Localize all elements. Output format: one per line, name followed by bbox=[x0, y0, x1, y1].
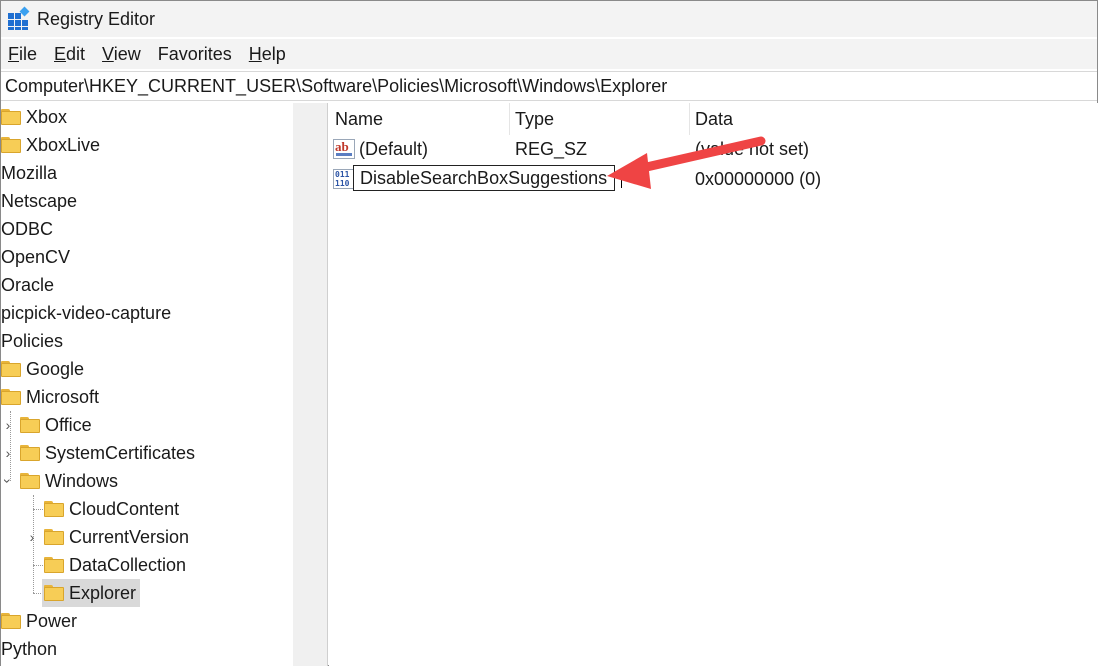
expand-chevron-icon[interactable]: › bbox=[1, 417, 15, 433]
tree-item-xbox[interactable]: Xbox bbox=[1, 103, 67, 131]
expand-chevron-icon[interactable]: › bbox=[25, 529, 39, 545]
menu-help[interactable]: Help bbox=[242, 44, 296, 65]
tree-item-datacollection[interactable]: DataCollection bbox=[44, 551, 186, 579]
folder-icon bbox=[20, 417, 40, 433]
folder-icon bbox=[1, 389, 21, 405]
tree-item-opencv[interactable]: OpenCV bbox=[1, 243, 70, 271]
registry-app-icon bbox=[8, 6, 30, 30]
tree-item-mozilla[interactable]: Mozilla bbox=[1, 159, 57, 187]
folder-icon bbox=[1, 613, 21, 629]
tree-item-microsoft[interactable]: Microsoft bbox=[1, 383, 99, 411]
tree-item-xboxlive[interactable]: XboxLive bbox=[1, 131, 100, 159]
tree-scrollbar[interactable] bbox=[293, 103, 321, 666]
tree-item-windows[interactable]: › Windows bbox=[1, 467, 118, 495]
tree-item-google[interactable]: Google bbox=[1, 355, 84, 383]
tree-item-explorer[interactable]: Explorer bbox=[42, 579, 141, 607]
pane-splitter[interactable] bbox=[321, 103, 328, 666]
annotation-arrow-icon bbox=[607, 136, 766, 189]
tree-item-python[interactable]: Python bbox=[1, 635, 57, 663]
menu-edit[interactable]: Edit bbox=[47, 44, 95, 65]
tree-item-policies[interactable]: Policies bbox=[1, 327, 63, 355]
folder-icon bbox=[44, 557, 64, 573]
tree-item-currentversion[interactable]: › CurrentVersion bbox=[25, 523, 189, 551]
folder-open-icon bbox=[20, 473, 40, 489]
tree-item-power[interactable]: Power bbox=[1, 607, 77, 635]
menu-bar: File Edit View Favorites Help bbox=[1, 39, 1097, 69]
folder-icon bbox=[44, 585, 64, 601]
address-path: Computer\HKEY_CURRENT_USER\Software\Poli… bbox=[5, 75, 668, 96]
tree-item-systemcertificates[interactable]: › SystemCertificates bbox=[1, 439, 195, 467]
key-tree-pane[interactable]: Xbox XboxLive Mozilla Netscape ODBC Open… bbox=[1, 103, 321, 666]
menu-file[interactable]: File bbox=[1, 44, 47, 65]
folder-icon bbox=[44, 501, 64, 517]
folder-icon bbox=[1, 137, 21, 153]
folder-icon bbox=[20, 445, 40, 461]
folder-icon bbox=[1, 109, 21, 125]
address-bar[interactable]: Computer\HKEY_CURRENT_USER\Software\Poli… bbox=[1, 71, 1097, 101]
tree-item-oracle[interactable]: Oracle bbox=[1, 271, 54, 299]
tree-item-office[interactable]: › Office bbox=[1, 411, 92, 439]
collapse-chevron-icon[interactable]: › bbox=[1, 474, 16, 488]
folder-icon bbox=[44, 529, 64, 545]
menu-favorites[interactable]: Favorites bbox=[151, 44, 242, 65]
tree-item-netscape[interactable]: Netscape bbox=[1, 187, 77, 215]
registry-editor-window: Registry Editor File Edit View Favorites… bbox=[0, 0, 1098, 666]
window-title: Registry Editor bbox=[37, 8, 156, 29]
tree-item-picpick-video-capture[interactable]: picpick-video-capture bbox=[1, 299, 171, 327]
title-bar[interactable]: Registry Editor bbox=[1, 1, 1097, 37]
folder-icon bbox=[1, 361, 21, 377]
expand-chevron-icon[interactable]: › bbox=[1, 445, 15, 461]
values-list-pane[interactable]: Name Type Data ab (Default) REG_SZ (valu… bbox=[329, 103, 1098, 666]
tree-item-odbc[interactable]: ODBC bbox=[1, 215, 53, 243]
menu-view[interactable]: View bbox=[95, 44, 151, 65]
tree-item-cloudcontent[interactable]: CloudContent bbox=[44, 495, 179, 523]
